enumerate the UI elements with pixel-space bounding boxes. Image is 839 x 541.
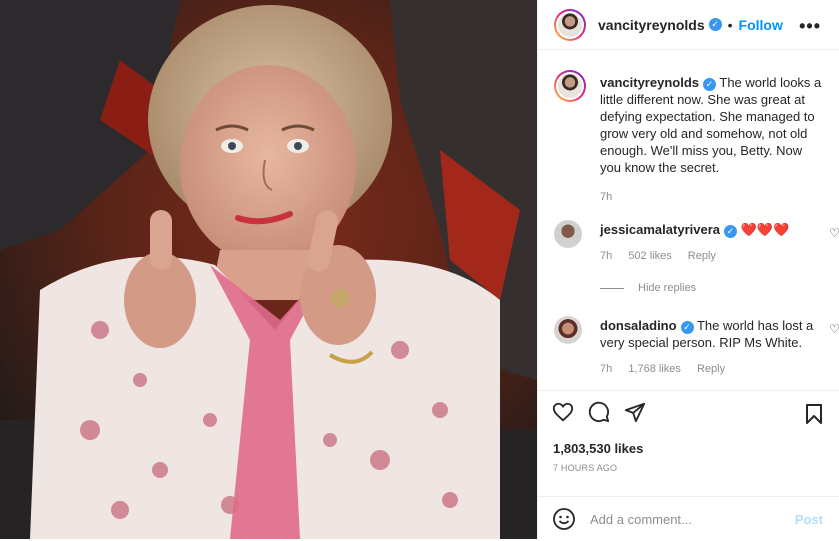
likes-count[interactable]: 1,803,530 likes [553,441,643,456]
divider-line [600,287,624,289]
comment-item: donsaladino ✓ The world has lost a very s… [554,304,839,375]
follow-button[interactable]: Follow [739,17,783,33]
caption-avatar[interactable] [554,70,586,102]
commenter-avatar[interactable] [554,220,582,248]
post-media[interactable] [0,0,537,539]
more-options-icon[interactable]: ••• [799,16,821,37]
reply-button[interactable]: Reply [688,250,716,262]
caption-time[interactable]: 7h [600,191,612,203]
post-timestamp[interactable]: 7 HOURS AGO [553,463,617,473]
comment-text: ❤️❤️❤️ [740,222,790,237]
verified-badge-icon: ✓ [723,225,737,238]
comment-likes[interactable]: 1,768 likes [628,363,681,375]
verified-badge-icon: ✓ [703,78,716,91]
hide-replies-label: Hide replies [638,282,697,294]
post-actions: 1,803,530 likes 7 HOURS AGO Post [538,390,839,541]
hide-replies-button[interactable]: Hide replies [600,282,696,294]
post-sidebar: vancityreynolds ✓ • Follow ••• vancityre… [537,0,839,539]
like-comment-heart-icon[interactable]: ♡ [829,322,839,336]
like-heart-icon[interactable] [552,401,574,423]
comment-time[interactable]: 7h [600,363,612,375]
author-avatar[interactable] [554,8,586,41]
save-bookmark-icon[interactable] [805,404,823,424]
comments-list[interactable]: vancityreynolds ✓ The world looks a littl… [538,58,839,388]
comment-input[interactable] [588,510,792,528]
comment-username[interactable]: donsaladino [600,318,677,333]
post-comment-button[interactable]: Post [795,512,823,527]
emoji-icon[interactable] [552,507,576,531]
separator-dot: • [727,16,733,33]
caption-username[interactable]: vancityreynolds [600,75,699,90]
add-comment-bar: Post [538,496,839,541]
comment-time[interactable]: 7h [600,250,612,262]
verified-badge-icon: ✓ [680,321,694,334]
comment-bubble-icon[interactable] [588,401,610,423]
like-comment-heart-icon[interactable]: ♡ [829,226,839,240]
commenter-avatar[interactable] [554,316,582,344]
verified-badge-icon: ✓ [708,18,722,31]
comment-username[interactable]: jessicamalatyrivera [600,222,720,237]
action-bar [552,401,646,423]
author-username[interactable]: vancityreynolds [598,17,705,33]
caption: vancityreynolds ✓ The world looks a littl… [554,58,824,203]
reply-button[interactable]: Reply [697,363,725,375]
post-header: vancityreynolds ✓ • Follow ••• [538,0,839,50]
post-photo [0,0,537,539]
share-paper-plane-icon[interactable] [624,401,646,423]
comment-likes[interactable]: 502 likes [628,250,671,262]
instagram-post: vancityreynolds ✓ • Follow ••• vancityre… [0,0,839,539]
comment-item: jessicamalatyrivera ✓ ❤️❤️❤️ ♡ 7h 502 lik… [554,208,839,262]
